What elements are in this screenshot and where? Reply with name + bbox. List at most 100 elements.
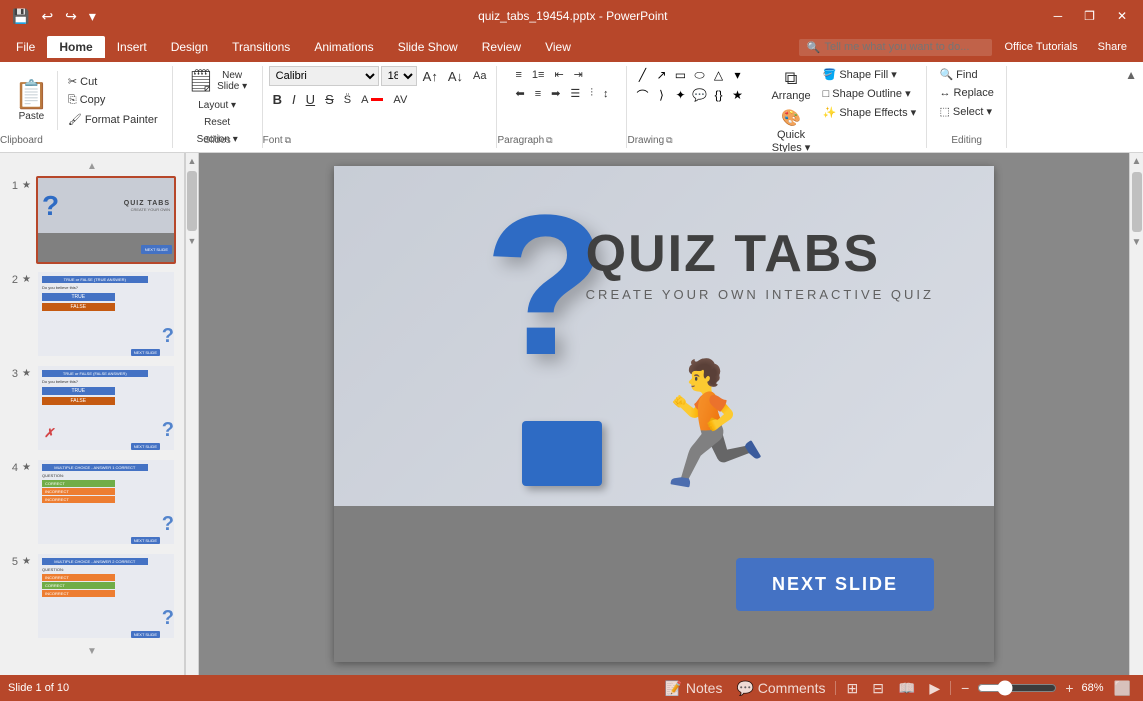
font-size-select[interactable]: 18 [381, 66, 417, 86]
shape-triangle[interactable]: △ [709, 66, 727, 84]
find-button[interactable]: 🔍 Find [935, 66, 981, 83]
decrease-font-button[interactable]: A↓ [444, 67, 467, 86]
share-button[interactable]: Share [1090, 39, 1135, 55]
shape-brace[interactable]: ★ [728, 86, 746, 104]
scroll-up-arrow[interactable]: ▲ [185, 153, 200, 169]
align-left-button[interactable]: ⬅ [511, 85, 528, 102]
bullets-button[interactable]: ≡ [511, 66, 525, 83]
tab-slideshow[interactable]: Slide Show [386, 36, 470, 58]
notes-button[interactable]: 📝 Notes [661, 678, 727, 699]
cut-button[interactable]: ✂ Cut [64, 73, 162, 90]
normal-view-button[interactable]: ⊞ [842, 678, 862, 699]
tab-review[interactable]: Review [470, 36, 533, 58]
save-button[interactable]: 💾 [8, 6, 33, 27]
tab-view[interactable]: View [533, 36, 583, 58]
scroll-thumb[interactable] [187, 171, 197, 231]
increase-font-button[interactable]: A↑ [419, 67, 442, 86]
font-expand-icon[interactable]: ⧉ [285, 135, 291, 146]
reading-view-button[interactable]: 📖 [894, 678, 919, 699]
redo-button[interactable]: ↪ [61, 6, 81, 27]
shadow-button[interactable]: S̈ [340, 92, 355, 108]
slide-thumb-4[interactable]: 4 ★ MULTIPLE CHOICE - ANSWER 1 CORRECT Q… [4, 458, 180, 546]
slide-thumb-5[interactable]: 5 ★ MULTIPLE CHOICE - ANSWER 2 CORRECT Q… [4, 552, 180, 640]
right-scroll-thumb[interactable] [1132, 172, 1142, 232]
font-color-button[interactable]: A [357, 92, 387, 108]
slide-thumb-2[interactable]: 2 ★ TRUE or FALSE (TRUE ANSWER) Do you b… [4, 270, 180, 358]
slide-preview-4[interactable]: MULTIPLE CHOICE - ANSWER 1 CORRECT QUEST… [36, 458, 176, 546]
reset-button[interactable]: Reset [200, 115, 234, 130]
zoom-slider[interactable] [977, 680, 1057, 696]
line-spacing-button[interactable]: ↕ [599, 85, 613, 102]
shape-rect[interactable]: ▭ [671, 66, 689, 84]
bold-button[interactable]: B [269, 90, 286, 109]
slides-scroll-down[interactable]: ▼ [4, 646, 180, 657]
increase-indent-button[interactable]: ⇥ [570, 66, 587, 83]
shape-outline-button[interactable]: □ Shape Outline ▾ [819, 85, 921, 102]
new-slide-button[interactable]: 🗒 NewSlide ▾ [183, 66, 251, 96]
undo-button[interactable]: ↩ [37, 6, 57, 27]
arrange-button[interactable]: ⧉ Arrange [767, 66, 814, 104]
left-scrollbar[interactable]: ▲ ▼ [185, 153, 199, 675]
char-spacing-button[interactable]: AV [389, 92, 411, 108]
slides-panel[interactable]: ▲ 1 ★ ? QUIZ TABS CREATE YOUR OWN NEXT S… [0, 153, 185, 675]
drawing-expand-icon[interactable]: ⧉ [666, 135, 672, 146]
slides-scroll-up[interactable]: ▲ [4, 161, 180, 172]
italic-button[interactable]: I [288, 90, 300, 109]
strikethrough-button[interactable]: S [321, 90, 338, 109]
slide-thumb-1[interactable]: 1 ★ ? QUIZ TABS CREATE YOUR OWN NEXT SLI… [4, 176, 180, 264]
shape-effects-button[interactable]: ✨ Shape Effects ▾ [819, 104, 921, 121]
shape-arrow[interactable]: ↗ [652, 66, 670, 84]
numbering-button[interactable]: 1≡ [528, 66, 549, 83]
comments-button[interactable]: 💬 Comments [732, 678, 829, 699]
shape-star[interactable]: ✦ [671, 86, 689, 104]
align-right-button[interactable]: ➡ [547, 85, 564, 102]
align-center-button[interactable]: ≡ [531, 85, 545, 102]
minimize-button[interactable]: ─ [1046, 7, 1071, 25]
shape-line[interactable]: ╱ [633, 66, 651, 84]
paste-button[interactable]: 📋 Paste [6, 71, 58, 130]
underline-button[interactable]: U [302, 90, 319, 109]
tab-file[interactable]: File [4, 36, 47, 58]
shape-chevron[interactable]: ⟩ [652, 86, 670, 104]
office-tutorials-button[interactable]: Office Tutorials [996, 39, 1085, 55]
shape-bracket[interactable]: {} [709, 86, 727, 104]
clear-format-button[interactable]: Aa [469, 68, 490, 84]
close-button[interactable]: ✕ [1109, 7, 1135, 25]
slide-thumb-3[interactable]: 3 ★ TRUE or FALSE (FALSE ANSWER) Do you … [4, 364, 180, 452]
shape-oval[interactable]: ⬭ [690, 66, 708, 84]
right-scroll-down-arrow[interactable]: ▼ [1129, 234, 1143, 251]
justify-button[interactable]: ☰ [566, 85, 584, 102]
right-scroll-up-arrow[interactable]: ▲ [1129, 153, 1143, 170]
format-painter-button[interactable]: 🖌 Format Painter [64, 111, 162, 128]
tab-animations[interactable]: Animations [302, 36, 385, 58]
tab-home[interactable]: Home [47, 36, 104, 58]
tell-me-input[interactable] [824, 41, 984, 53]
select-button[interactable]: ⬚ Select ▾ [935, 103, 996, 120]
right-scrollbar[interactable]: ▲ ▼ [1129, 153, 1143, 675]
customize-qa-button[interactable]: ▾ [85, 6, 100, 27]
copy-button[interactable]: ⎘ Copy [64, 92, 162, 109]
zoom-out-button[interactable]: − [957, 678, 973, 698]
next-slide-button[interactable]: NEXT SLIDE [736, 558, 934, 611]
layout-button[interactable]: Layout ▾ [194, 98, 240, 113]
scroll-down-arrow[interactable]: ▼ [185, 233, 200, 249]
font-family-select[interactable]: Calibri [269, 66, 379, 86]
tab-transitions[interactable]: Transitions [220, 36, 302, 58]
slide-preview-5[interactable]: MULTIPLE CHOICE - ANSWER 2 CORRECT QUEST… [36, 552, 176, 640]
tab-design[interactable]: Design [159, 36, 220, 58]
shape-callout[interactable]: 💬 [690, 86, 708, 104]
slide-sorter-button[interactable]: ⊟ [868, 678, 888, 699]
decrease-indent-button[interactable]: ⇤ [550, 66, 567, 83]
slide-preview-3[interactable]: TRUE or FALSE (FALSE ANSWER) Do you beli… [36, 364, 176, 452]
collapse-ribbon-button[interactable]: ▲ [1119, 66, 1143, 84]
tab-insert[interactable]: Insert [105, 36, 159, 58]
fit-slide-button[interactable]: ⬜ [1110, 678, 1135, 699]
slide-canvas[interactable]: ? 🏃 QUIZ TABS CREATE YOUR OWN INTERACTIV… [334, 166, 994, 662]
slide-preview-2[interactable]: TRUE or FALSE (TRUE ANSWER) Do you belie… [36, 270, 176, 358]
shape-more[interactable]: ▾ [728, 66, 746, 84]
zoom-in-button[interactable]: + [1061, 678, 1077, 698]
slideshow-button[interactable]: ▶ [925, 678, 944, 699]
slide-preview-1[interactable]: ? QUIZ TABS CREATE YOUR OWN NEXT SLIDE [36, 176, 176, 264]
replace-button[interactable]: ↔ Replace [935, 85, 997, 101]
paragraph-expand-icon[interactable]: ⧉ [546, 135, 552, 146]
